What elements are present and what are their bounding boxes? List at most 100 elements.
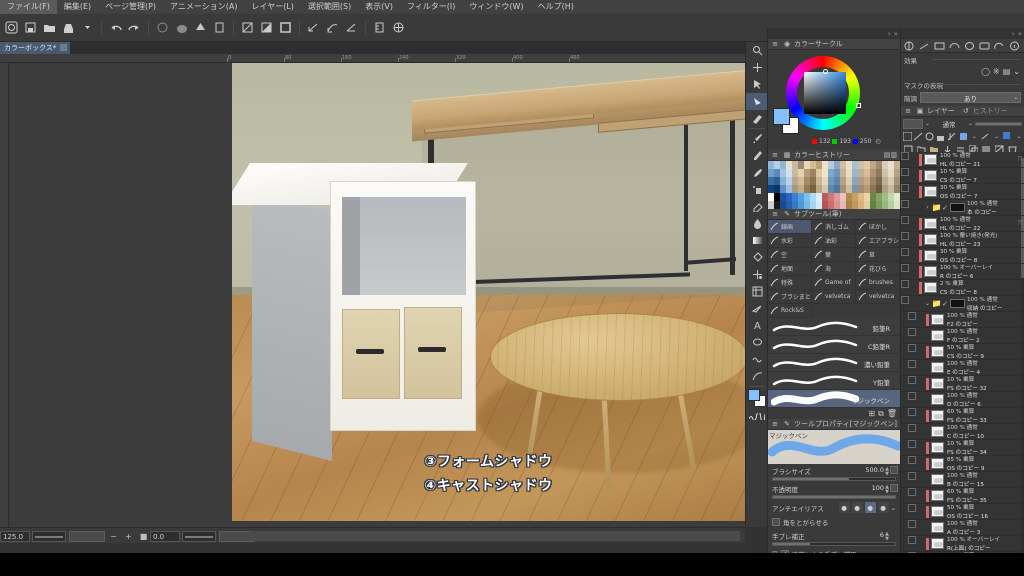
animation-icon[interactable] <box>932 40 946 52</box>
brush-size-slider[interactable] <box>772 477 896 481</box>
layer-panel-header[interactable]: ≡ ▣ レイヤー ↺ ヒストリー <box>901 106 1024 117</box>
layer-lock-indicator[interactable] <box>918 504 926 520</box>
subtool-grid[interactable]: 線画 消しゴム ぼかし 水彩 油彩 エアブラシ空 葉 草地面 海 花びら 特殊 Game of brus… <box>768 220 900 318</box>
panel-menu-icon-2[interactable]: ≡ <box>770 151 780 160</box>
layer-row[interactable]: 40 % 乗算CS のコピー 10 <box>901 551 1024 553</box>
antialias-none-icon[interactable]: ● <box>838 502 850 513</box>
layer-lock-indicator[interactable] <box>918 360 926 376</box>
layer-lock-indicator[interactable] <box>911 216 919 232</box>
layer-thumbnail[interactable] <box>931 362 944 373</box>
stabilization-slider[interactable] <box>772 542 896 546</box>
chevron-right-icon[interactable]: › <box>888 30 891 38</box>
new-subtool-icon[interactable]: ⊞ <box>868 409 875 418</box>
blend-mode-value[interactable]: 通常 <box>932 119 966 129</box>
layer-thumbnail[interactable] <box>924 282 937 293</box>
folder-expand-toggle[interactable]: › <box>924 204 931 211</box>
correct-line-icon[interactable] <box>746 368 768 385</box>
antialias-strong-icon[interactable]: ● <box>877 502 889 513</box>
fill-icon[interactable] <box>173 18 190 38</box>
layer-thumbnail[interactable] <box>931 442 944 453</box>
select-rect-icon[interactable] <box>277 18 294 38</box>
decoration-icon[interactable] <box>746 351 768 368</box>
grid-icon[interactable] <box>390 18 407 38</box>
delete-subtool-icon[interactable]: 🗑 <box>887 409 897 418</box>
layer-thumbnail[interactable] <box>924 218 937 229</box>
layer-tab-label[interactable]: レイヤー <box>927 106 955 116</box>
brush-item-4[interactable]: Y鉛筆 <box>768 372 900 390</box>
layer-lock-indicator[interactable] <box>911 248 919 264</box>
layer-thumbnail[interactable] <box>931 330 944 341</box>
chevron-down-icon-blend-1[interactable]: ⌄ <box>925 120 930 127</box>
color-square-cursor[interactable] <box>823 69 828 74</box>
panel-tab-icons[interactable] <box>901 39 1024 53</box>
menu-item-animation[interactable]: アニメーション(A) <box>163 0 244 14</box>
history-tab-label[interactable]: ヒストリー <box>973 106 1008 116</box>
collapse-icon-2[interactable]: » <box>1018 30 1022 38</box>
layer-mask-thumbnail[interactable] <box>950 203 965 212</box>
select-gradient-icon[interactable] <box>258 18 275 38</box>
layer-thumbnail[interactable] <box>931 314 944 325</box>
menu-item-page-manage[interactable]: ページ管理(P) <box>98 0 163 14</box>
layer-list[interactable]: 100 % 通常 HL のコピー 21 ⤧ 10 % 乗算 CS のコピー 7 30 % … <box>901 152 1024 553</box>
menu-item-window[interactable]: ウィンドウ(W) <box>462 0 530 14</box>
palette-color-icon[interactable] <box>1003 131 1013 142</box>
chevron-down-icon-effect[interactable]: ⌄ <box>1013 67 1020 76</box>
layer-visibility-toggle[interactable] <box>908 551 918 553</box>
collapse-icon[interactable]: » <box>894 30 898 38</box>
brush-item-2[interactable]: C鉛筆R <box>768 336 900 354</box>
subtool-16[interactable]: ブラシまと <box>768 290 812 304</box>
layer-thumbnail[interactable] <box>931 522 944 533</box>
layer-lock-indicator[interactable] <box>918 312 926 328</box>
ruler-visibility-icon[interactable] <box>980 131 990 142</box>
layer-lock-indicator[interactable] <box>918 440 926 456</box>
menu-item-selection[interactable]: 選択範囲(S) <box>301 0 358 14</box>
opacity-value[interactable]: 100 <box>872 484 884 492</box>
brush-item-5[interactable]: マジックペン <box>768 390 900 408</box>
antialias-row[interactable]: アンチエイリアス ● ● ● ● ⌄ <box>768 500 900 515</box>
layer-visibility-toggle[interactable] <box>908 535 918 552</box>
layer-thumbnail[interactable] <box>931 394 944 405</box>
fill-solid-icon[interactable] <box>192 18 209 38</box>
brush-item-3[interactable]: 濃い鉛筆 <box>768 354 900 372</box>
layer-thumbnail[interactable] <box>931 506 944 517</box>
layer-visibility-toggle[interactable] <box>908 503 918 520</box>
zoom-fit-button[interactable]: ■ <box>137 531 150 542</box>
subtool-12[interactable]: 花びら <box>856 262 900 276</box>
chevron-right-icon-2[interactable]: › <box>1012 30 1015 38</box>
sharpen-corner-checkbox[interactable] <box>772 518 780 526</box>
brush-size-value[interactable]: 500.0 <box>865 466 884 474</box>
history-settings-icon[interactable]: ▤▥ <box>884 151 897 159</box>
blend-mode-row[interactable]: ⌄ 通常 ⌄ <box>901 117 1024 130</box>
eyedropper-icon[interactable] <box>746 130 768 147</box>
subtool-10[interactable]: 地面 <box>768 262 812 276</box>
color-square[interactable] <box>804 72 846 114</box>
rotation-value[interactable]: 0.0 <box>150 530 180 542</box>
opacity-slider[interactable] <box>772 495 896 499</box>
move-icon[interactable] <box>746 59 768 76</box>
layer-lock-indicator[interactable] <box>918 488 926 504</box>
tone-effect-icon[interactable]: ※ <box>993 67 1000 76</box>
layer-thumbnail[interactable] <box>931 346 944 357</box>
subtool-13[interactable]: 特殊 <box>768 276 812 290</box>
chevron-down-icon[interactable] <box>79 18 96 38</box>
rotation-slider[interactable] <box>182 530 216 542</box>
layer-visibility-toggle[interactable] <box>908 487 918 504</box>
print-icon[interactable] <box>60 18 77 38</box>
layer-lock-indicator[interactable] <box>918 344 926 360</box>
menu-item-view[interactable]: 表示(V) <box>358 0 400 14</box>
info-icon[interactable] <box>1007 40 1021 52</box>
gradient-icon[interactable] <box>746 232 768 249</box>
transparent-color-icon[interactable] <box>746 408 768 425</box>
subtool-14[interactable]: Game of <box>812 276 856 290</box>
document-tab[interactable]: カラーボックス* <box>0 42 71 54</box>
ruler-icon-2[interactable] <box>917 40 931 52</box>
airbrush-icon[interactable] <box>746 181 768 198</box>
layer-lock-indicator[interactable] <box>918 392 926 408</box>
app-logo-icon[interactable] <box>3 18 20 38</box>
duplicate-subtool-icon[interactable]: ⧉ <box>878 409 884 419</box>
ruler-icon[interactable] <box>371 18 388 38</box>
layer-visibility-toggle[interactable] <box>908 423 918 440</box>
layer-visibility-toggle[interactable] <box>908 375 918 392</box>
menu-item-help[interactable]: ヘルプ(H) <box>531 0 581 14</box>
effect-icons[interactable]: ◯ ※ ▤ ⌄ <box>901 66 1024 78</box>
